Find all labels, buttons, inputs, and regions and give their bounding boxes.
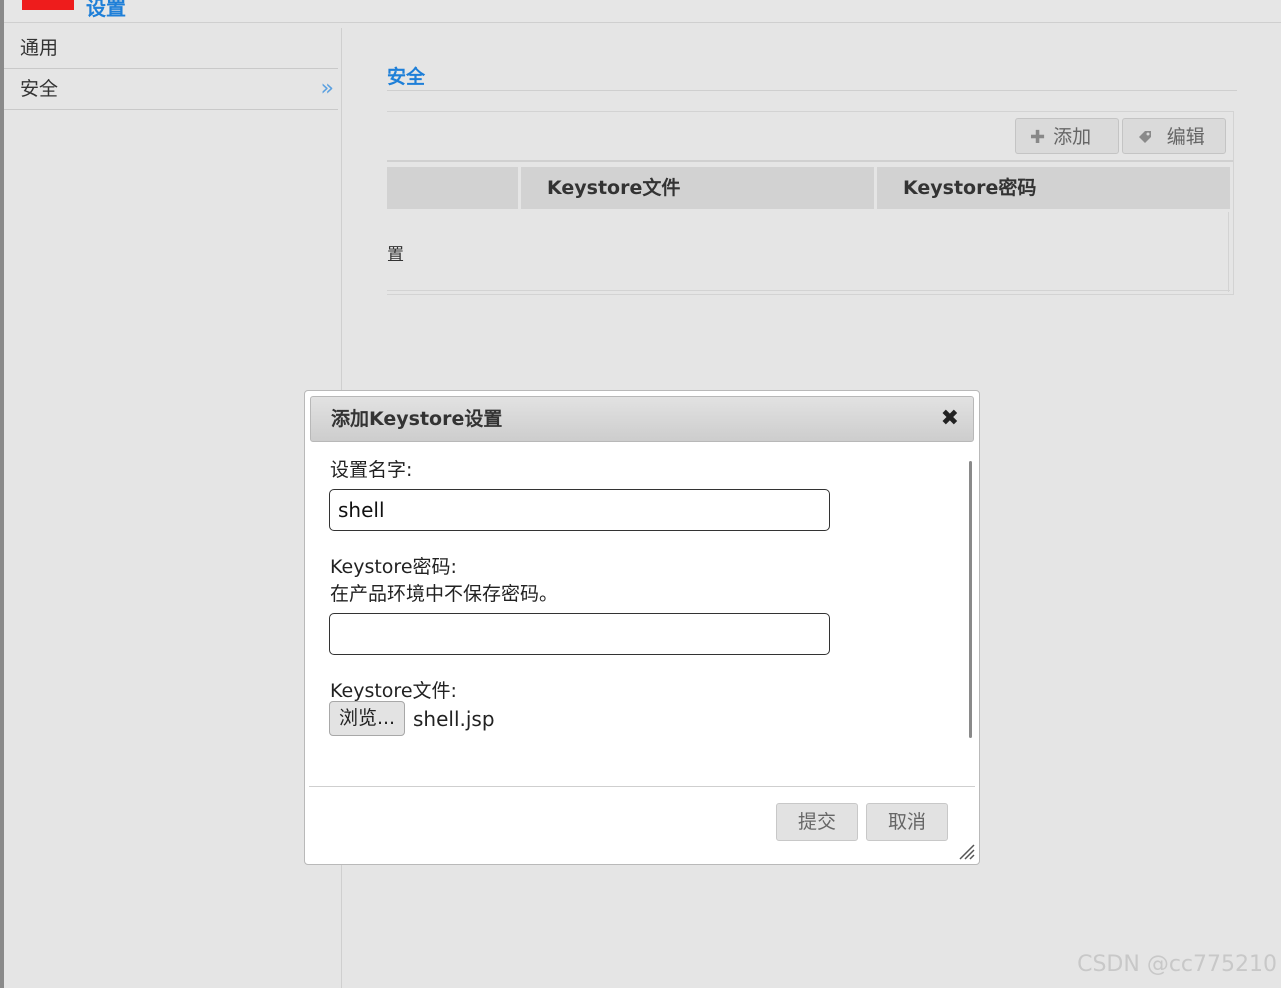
column-header-name[interactable] xyxy=(387,167,518,209)
dialog-title: 添加Keystore设置 xyxy=(331,408,503,430)
file-label: Keystore文件: xyxy=(330,680,457,702)
chevron-right-icon: » xyxy=(320,76,335,101)
keystore-panel: ✚ 添加 编辑 Keystore文件 Keystore密码 置 xyxy=(387,111,1234,295)
add-keystore-dialog: 添加Keystore设置 ✖ 设置名字: shell Keystore密码: 在… xyxy=(304,390,980,865)
table-border xyxy=(1228,212,1229,292)
password-input[interactable] xyxy=(329,613,830,655)
watermark: CSDN @cc775210 xyxy=(1077,952,1277,977)
dialog-header[interactable]: 添加Keystore设置 ✖ xyxy=(310,396,974,442)
table-border xyxy=(387,290,1230,291)
browse-button[interactable]: 浏览... xyxy=(329,701,405,736)
add-button-label: 添加 xyxy=(1053,126,1092,148)
app-logo xyxy=(22,0,74,10)
window-left-edge xyxy=(0,0,4,988)
section-divider xyxy=(387,90,1237,91)
edit-button-label: 编辑 xyxy=(1166,126,1205,148)
plus-icon: ✚ xyxy=(1030,127,1046,148)
sidebar-item-security[interactable]: 安全 » xyxy=(4,69,338,110)
dialog-scrollbar[interactable] xyxy=(969,461,972,738)
password-label: Keystore密码: xyxy=(330,556,457,578)
edit-button[interactable]: 编辑 xyxy=(1122,118,1226,154)
name-input[interactable]: shell xyxy=(329,489,830,531)
sidebar: 通用 安全 » xyxy=(4,28,338,110)
sidebar-item-general[interactable]: 通用 xyxy=(4,28,338,69)
password-note: 在产品环境中不保存密码。 xyxy=(330,583,559,605)
dialog-footer-divider xyxy=(309,786,975,787)
column-header-keystore-file[interactable]: Keystore文件 xyxy=(521,167,874,209)
submit-button[interactable]: 提交 xyxy=(776,803,858,841)
tag-icon xyxy=(1137,127,1159,148)
top-bar: 设置 xyxy=(4,0,1281,23)
close-icon[interactable]: ✖ xyxy=(941,397,959,441)
name-label: 设置名字: xyxy=(330,459,413,481)
column-header-keystore-password[interactable]: Keystore密码 xyxy=(877,167,1230,209)
add-button[interactable]: ✚ 添加 xyxy=(1015,118,1119,154)
table-row-partial-text: 置 xyxy=(387,245,404,265)
sidebar-item-label: 安全 xyxy=(20,78,59,100)
selected-file-name: shell.jsp xyxy=(413,707,495,731)
sidebar-item-label: 通用 xyxy=(20,37,59,59)
toolbar-divider xyxy=(387,160,1233,162)
app-title: 设置 xyxy=(86,0,126,20)
resize-grip-icon[interactable] xyxy=(957,842,975,860)
section-title: 安全 xyxy=(387,66,426,88)
cancel-button[interactable]: 取消 xyxy=(866,803,948,841)
